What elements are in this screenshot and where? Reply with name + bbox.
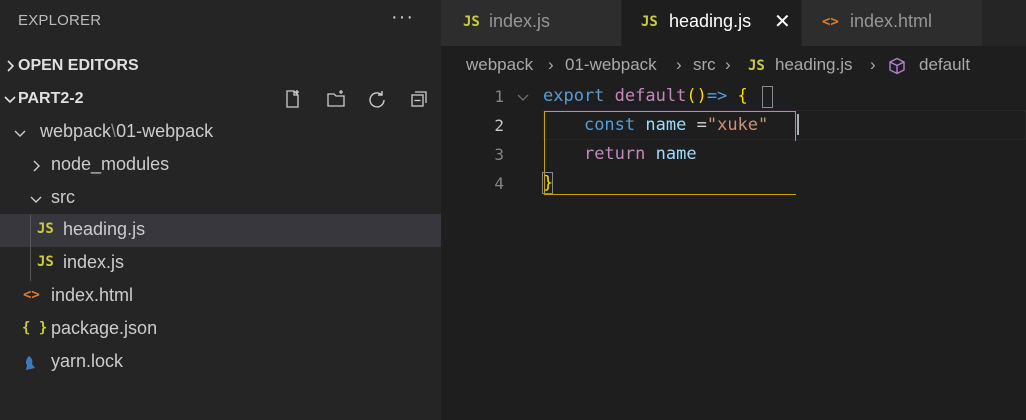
bracket-match-highlight (762, 86, 773, 108)
close-icon[interactable]: ✕ (774, 9, 791, 34)
breadcrumb-item[interactable]: src (693, 55, 716, 75)
fold-chevron-down-icon[interactable] (516, 90, 530, 104)
html-file-icon: <> (822, 14, 839, 30)
tree-file-index-js[interactable]: JS index.js (0, 247, 441, 280)
refresh-icon[interactable] (367, 89, 387, 109)
tree-folder-webpack[interactable]: webpack\01-webpack (0, 116, 441, 149)
collapse-all-icon[interactable] (409, 89, 429, 109)
tree-folder-node-modules[interactable]: node_modules (0, 149, 441, 182)
js-file-icon: JS (37, 254, 54, 270)
explorer-title: EXPLORER (18, 12, 102, 29)
tree-file-package-json[interactable]: { } package.json (0, 313, 441, 346)
more-actions-icon[interactable]: ··· (391, 6, 414, 29)
tab-label: heading.js (669, 11, 752, 31)
yarn-file-icon (25, 356, 35, 370)
section-open-editors[interactable]: OPEN EDITORS (0, 52, 441, 82)
chevron-right-icon: › (548, 55, 554, 74)
chevron-down-icon (14, 130, 26, 137)
breadcrumb-item[interactable]: heading.js (775, 55, 853, 75)
file-label: package.json (51, 318, 158, 338)
editor-tabs: JS index.js JS heading.js ✕ <> index.htm… (441, 0, 1026, 46)
chevron-down-icon (30, 196, 42, 203)
tab-label: index.html (850, 11, 933, 31)
chevron-down-icon (4, 96, 16, 104)
tab-index-html[interactable]: <> index.html (802, 0, 982, 46)
symbol-module-icon (889, 57, 905, 75)
line-number: 4 (494, 174, 504, 193)
tree-file-index-html[interactable]: <> index.html (0, 280, 441, 313)
file-label: yarn.lock (51, 351, 124, 371)
js-file-icon: JS (641, 14, 658, 30)
js-file-icon: JS (748, 58, 765, 74)
breadcrumb-item[interactable]: webpack (466, 55, 533, 75)
folder-label: webpack\01-webpack (40, 121, 214, 141)
tree-file-heading-js[interactable]: JS heading.js (0, 214, 441, 247)
line-number: 2 (494, 116, 504, 135)
line-number: 1 (494, 87, 504, 106)
indent-guide (30, 215, 31, 281)
tab-index-js[interactable]: JS index.js (441, 0, 621, 46)
file-label: index.js (63, 252, 125, 272)
breadcrumb-item[interactable]: 01-webpack (565, 55, 657, 75)
breadcrumb-item[interactable]: default (919, 55, 970, 75)
section-label: OPEN EDITORS (18, 57, 139, 74)
tree-file-yarn-lock[interactable]: yarn.lock (0, 346, 441, 379)
code-line-2[interactable]: const name ="xuke" (543, 115, 768, 135)
section-label: PART2-2 (18, 90, 84, 107)
code-line-1[interactable]: export default()=> { (543, 86, 748, 106)
line-number: 3 (494, 145, 504, 164)
json-file-icon: { } (22, 320, 48, 336)
tree-folder-src[interactable]: src (0, 182, 441, 215)
code-line-4[interactable]: } (543, 173, 553, 193)
new-file-icon[interactable] (283, 89, 303, 109)
text-cursor (797, 114, 799, 135)
section-workspace[interactable]: PART2-2 (0, 85, 441, 115)
chevron-right-icon: › (676, 55, 682, 74)
file-label: heading.js (63, 219, 146, 239)
tab-heading-js[interactable]: JS heading.js ✕ (622, 0, 801, 46)
chevron-right-icon (7, 60, 15, 72)
folder-label: node_modules (51, 154, 170, 174)
chevron-right-icon: › (725, 55, 731, 74)
folder-label: src (51, 187, 75, 207)
html-file-icon: <> (23, 287, 40, 303)
explorer-sidebar: EXPLORER ··· OPEN EDITORS PART2-2 webpac… (0, 0, 441, 420)
chevron-right-icon: › (870, 55, 876, 74)
js-file-icon: JS (37, 221, 54, 237)
tab-label: index.js (489, 11, 551, 31)
chevron-right-icon (33, 160, 40, 172)
js-file-icon: JS (463, 14, 480, 30)
new-folder-icon[interactable] (326, 89, 346, 109)
code-line-3[interactable]: return name (543, 144, 697, 164)
file-label: index.html (51, 285, 134, 305)
